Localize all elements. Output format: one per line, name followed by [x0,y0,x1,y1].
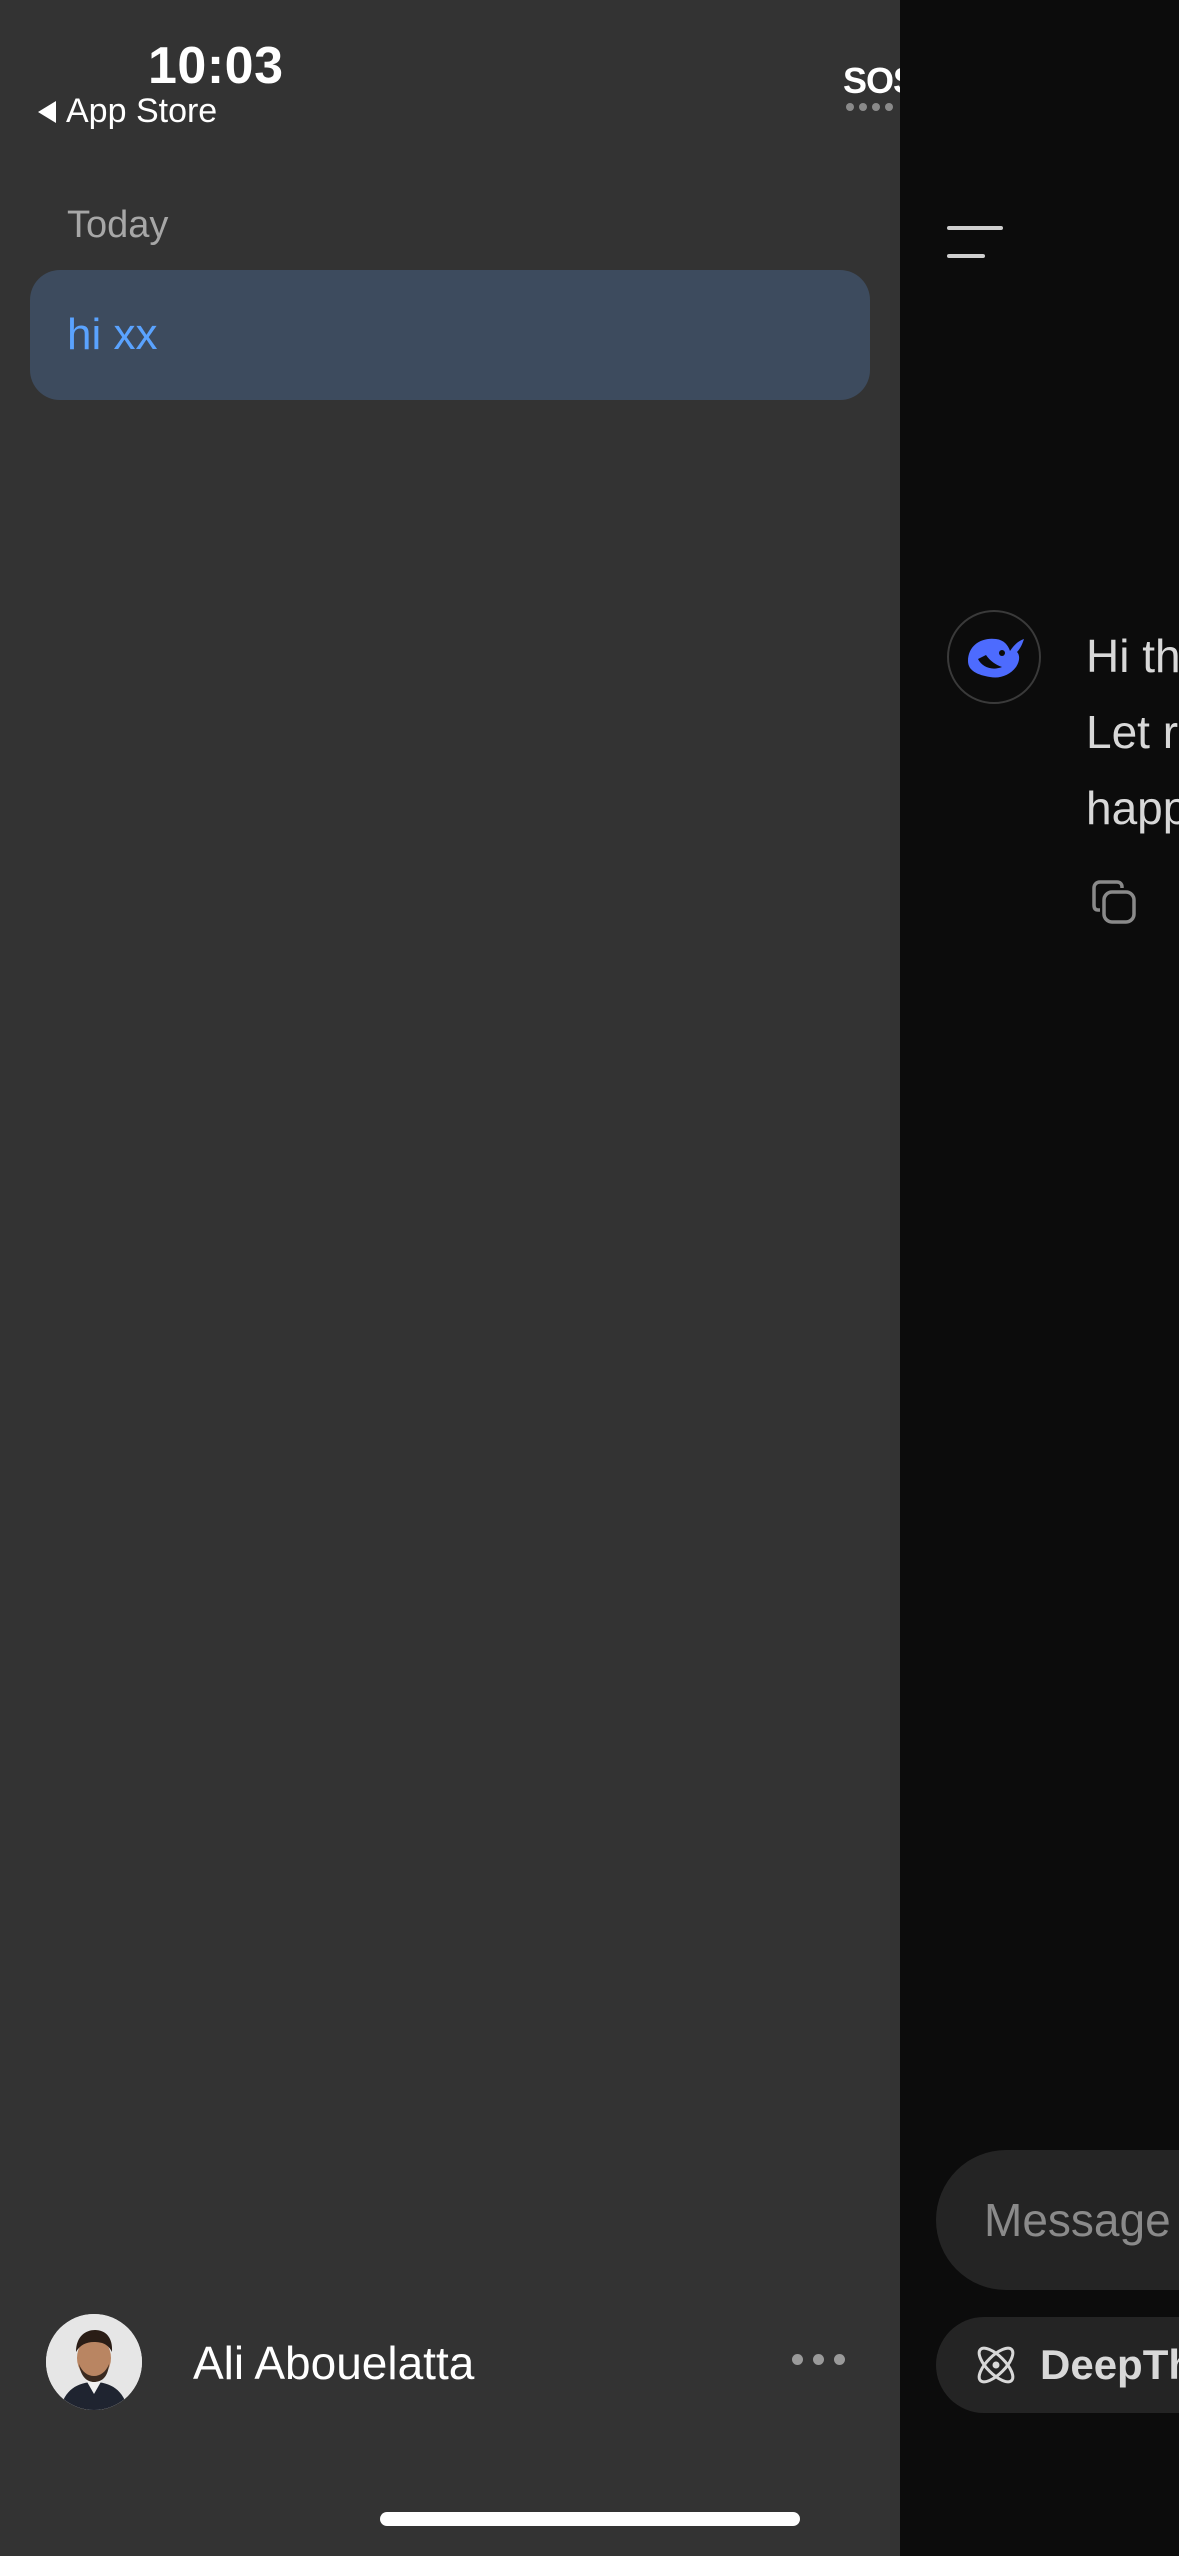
profile-row[interactable]: Ali Abouelatta [46,2312,870,2412]
back-arrow-icon [38,100,56,123]
whale-logo-icon [968,638,1024,678]
message-input-placeholder: Message [984,2194,1171,2246]
back-label: App Store [66,92,218,130]
section-label-today: Today [67,204,169,246]
atom-icon [977,2346,1015,2384]
chat-history-item[interactable]: hi xx [30,270,870,400]
back-to-app-store[interactable]: App Store [38,92,217,131]
status-time: 10:03 [148,37,284,95]
assistant-avatar [947,610,1041,704]
assistant-message: Hi th Let r happ [1086,618,1179,846]
signal-dots-icon [846,103,893,111]
assistant-message-line: Let r [1086,706,1179,758]
chat-main-panel[interactable]: Hi th Let r happ Message DeepTh [900,0,1179,2556]
copy-icon[interactable] [1088,876,1142,930]
more-options-icon[interactable] [792,2354,845,2365]
assistant-message-line: happ [1086,782,1179,834]
profile-name: Ali Abouelatta [193,2337,475,2389]
home-indicator [380,2512,800,2526]
assistant-message-line: Hi th [1086,630,1179,682]
deepthink-label: DeepTh [1040,2341,1179,2388]
menu-icon[interactable] [947,222,1005,262]
avatar[interactable] [46,2314,142,2410]
deepthink-button[interactable]: DeepTh [936,2317,1179,2413]
chat-history-item-label: hi xx [67,310,158,359]
message-input[interactable]: Message [936,2150,1179,2290]
sidebar-drawer: 10:03 App Store Today hi xx Ali Abouelat… [0,0,900,2556]
